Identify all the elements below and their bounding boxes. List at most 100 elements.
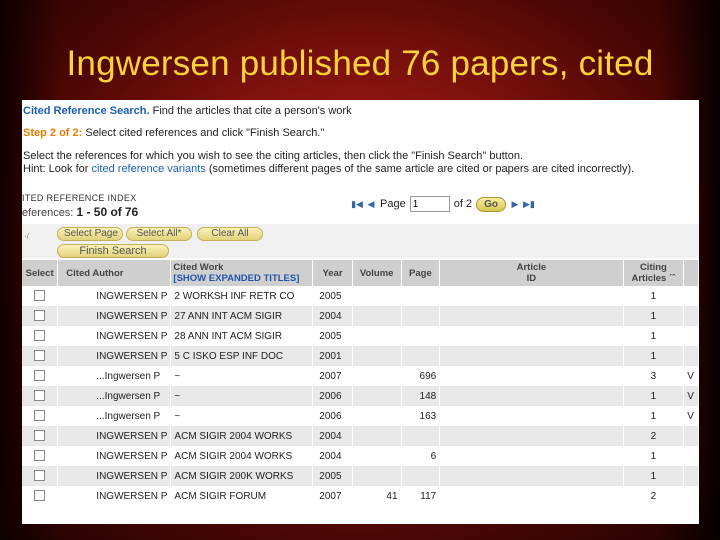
article-id-cell [439, 426, 624, 446]
year-cell: 2004 [312, 446, 353, 466]
cited-references-table: Select Cited Author Cited Work [SHOW EXP… [22, 260, 699, 506]
view-link-cell[interactable]: V [683, 406, 699, 426]
cited-author-cell: INGWERSEN P [57, 486, 172, 506]
article-id-cell [439, 446, 624, 466]
citing-articles-cell[interactable]: 1 [623, 286, 685, 306]
row-checkbox[interactable] [34, 290, 46, 302]
step-text: Select cited references and click "Finis… [82, 127, 325, 139]
hint-prefix: Hint: Look for [23, 163, 92, 175]
cited-work-cell: ACM SIGIR FORUM [170, 486, 314, 506]
citing-articles-cell[interactable]: 3 [623, 366, 685, 386]
finish-search-button[interactable]: Finish Search [57, 244, 169, 258]
page-number-input[interactable] [409, 196, 450, 212]
citing-articles-cell[interactable]: 1 [623, 446, 685, 466]
row-checkbox[interactable] [34, 490, 46, 502]
view-link-cell[interactable] [683, 326, 699, 346]
view-link-cell[interactable] [683, 286, 699, 306]
col-cited-work: Cited Work [SHOW EXPANDED TITLES] [170, 260, 314, 286]
page-label: Page [380, 198, 406, 210]
col-volume[interactable]: Volume [352, 260, 402, 286]
next-page-icon[interactable]: ▶ [510, 199, 520, 209]
cited-author-cell: INGWERSEN P [57, 326, 172, 346]
show-expanded-titles-link[interactable]: [SHOW EXPANDED TITLES] [173, 273, 310, 284]
col-article-id-label-2: ID [526, 273, 537, 284]
reference-count-range: 1 - 50 of [76, 205, 122, 219]
table-row: ...Ingwersen P ~2006 148 1 V [22, 386, 699, 406]
page-of-text: of 2 [453, 198, 473, 210]
year-cell: 2005 [312, 466, 353, 486]
cited-author-cell: INGWERSEN P [57, 306, 172, 326]
cited-work-cell: ACM SIGIR 2004 WORKS [170, 426, 314, 446]
clear-all-button[interactable]: Clear All [197, 227, 263, 241]
year-cell: 2007 [312, 366, 353, 386]
last-page-icon[interactable]: ▶▮ [523, 199, 535, 209]
article-id-cell [439, 466, 624, 486]
row-checkbox[interactable] [34, 390, 46, 402]
cited-work-cell: 28 ANN INT ACM SIGIR [170, 326, 314, 346]
citing-articles-cell[interactable]: 1 [623, 326, 685, 346]
col-citing-articles[interactable]: Citing Articles ´ˆ [623, 260, 685, 286]
row-select-checkbox [22, 306, 59, 326]
table-row: INGWERSEN P ACM SIGIR 2004 WORKS 2004 2 [22, 426, 699, 446]
cited-work-cell: ~ [170, 366, 314, 386]
cited-author-cell: INGWERSEN P [57, 466, 172, 486]
col-year[interactable]: Year [312, 260, 353, 286]
view-link-cell[interactable] [683, 466, 699, 486]
row-select-checkbox [22, 486, 59, 506]
citing-articles-cell[interactable]: 2 [623, 426, 685, 446]
row-checkbox[interactable] [34, 450, 46, 462]
view-link-cell[interactable] [683, 346, 699, 366]
col-cited-author[interactable]: Cited Author [57, 260, 172, 286]
view-link-cell[interactable]: V [683, 386, 699, 406]
row-checkbox[interactable] [34, 430, 46, 442]
table-row: INGWERSEN P ACM SIGIR FORUM 2007 41 117 2 [22, 486, 699, 506]
col-citing-label-1: Citing [639, 262, 667, 273]
row-checkbox[interactable] [34, 330, 46, 342]
col-cited-work-label[interactable]: Cited Work [173, 262, 310, 273]
citing-articles-cell[interactable]: 2 [623, 486, 685, 506]
search-heading: Cited Reference Search. Find the article… [23, 104, 352, 118]
first-page-icon[interactable]: ▮◀ [351, 199, 363, 209]
page-cell [401, 306, 441, 326]
volume-cell [352, 386, 402, 406]
select-page-button[interactable]: Select Page [57, 227, 123, 241]
reference-index-heading: ITED REFERENCE INDEX [22, 193, 137, 203]
table-row: INGWERSEN P5 C ISKO ESP INF DOC 2001 1 [22, 346, 699, 366]
view-link-cell[interactable] [683, 486, 699, 506]
view-link-cell[interactable] [683, 306, 699, 326]
col-page[interactable]: Page [401, 260, 441, 286]
row-checkbox[interactable] [34, 310, 46, 322]
citing-articles-cell[interactable]: 1 [623, 406, 685, 426]
screenshot-panel: Cited Reference Search. Find the article… [22, 100, 699, 524]
page-cell: 117 [401, 486, 441, 506]
row-select-checkbox [22, 326, 59, 346]
view-link-cell[interactable] [683, 426, 699, 446]
view-link-cell[interactable]: V [683, 366, 699, 386]
citing-articles-cell[interactable]: 1 [623, 386, 685, 406]
row-checkbox[interactable] [34, 370, 46, 382]
citing-articles-cell[interactable]: 1 [623, 306, 685, 326]
year-cell: 2004 [312, 426, 353, 446]
citing-articles-cell[interactable]: 1 [623, 466, 685, 486]
reference-count: eferences: 1 - 50 of 76 [22, 205, 138, 219]
cited-work-cell: ~ [170, 386, 314, 406]
view-link-cell[interactable] [683, 446, 699, 466]
cited-work-cell: 5 C ISKO ESP INF DOC [170, 346, 314, 366]
page-cell [401, 286, 441, 306]
hint-line: Hint: Look for cited reference variants … [23, 162, 634, 176]
table-header-row: Select Cited Author Cited Work [SHOW EXP… [22, 260, 699, 286]
cited-author-cell: ...Ingwersen P [57, 366, 172, 386]
go-button[interactable]: Go [476, 196, 506, 212]
previous-page-icon[interactable]: ◀ [366, 199, 376, 209]
cited-reference-variants-link[interactable]: cited reference variants [91, 163, 205, 175]
select-all-button[interactable]: Select All* [126, 227, 192, 241]
row-checkbox[interactable] [34, 470, 46, 482]
page-cell [401, 426, 441, 446]
row-checkbox[interactable] [34, 410, 46, 422]
row-checkbox[interactable] [34, 350, 46, 362]
row-select-checkbox [22, 346, 59, 366]
reference-count-prefix: eferences: [22, 207, 74, 219]
page-cell: 6 [401, 446, 441, 466]
volume-cell [352, 286, 402, 306]
citing-articles-cell[interactable]: 1 [623, 346, 685, 366]
